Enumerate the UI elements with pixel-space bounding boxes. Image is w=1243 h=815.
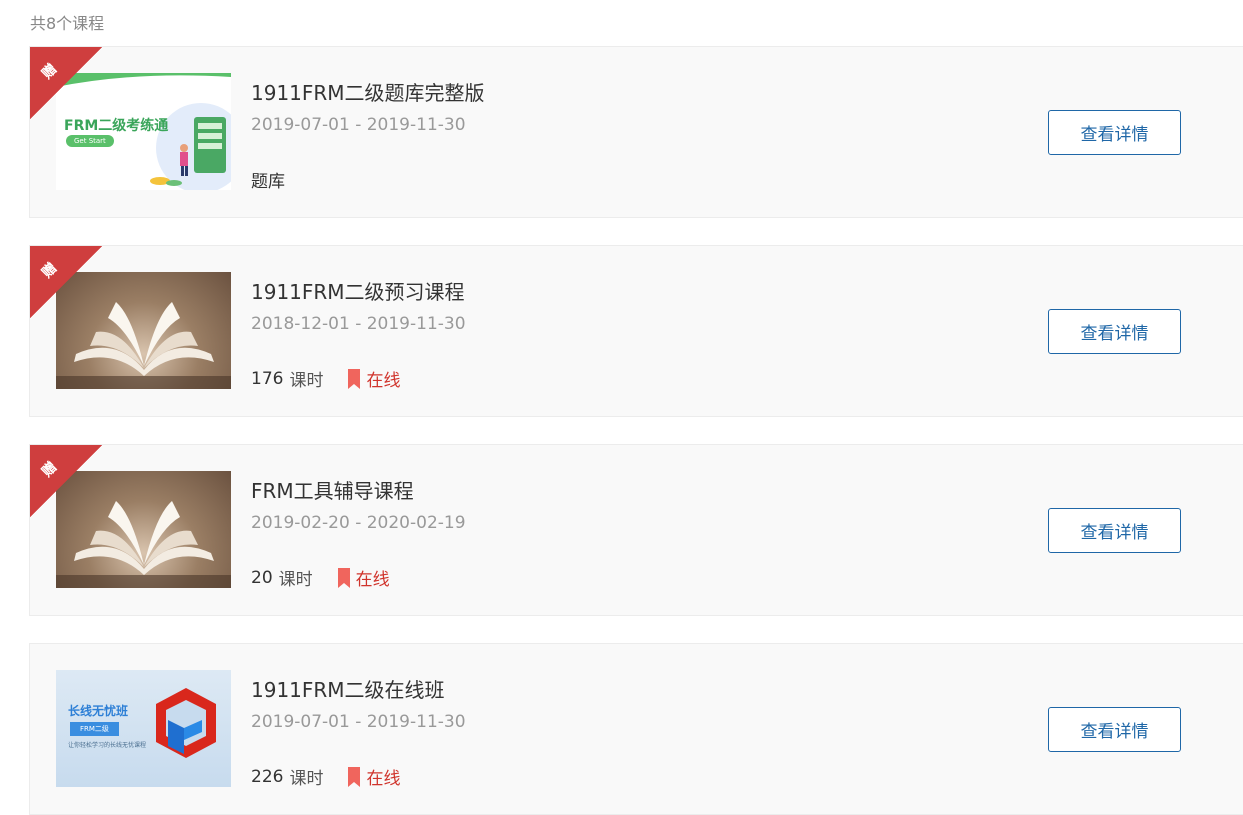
online-status: 在线: [347, 366, 400, 391]
lesson-count: 20: [251, 567, 273, 588]
online-status: 在线: [337, 565, 390, 590]
course-dates: 2019-02-20 - 2020-02-19: [251, 513, 466, 533]
thumbnail-badge: FRM二级: [70, 722, 119, 736]
thumbnail-heading: 长线无忧班: [68, 704, 129, 718]
online-status-label: 在线: [366, 371, 401, 391]
lesson-count: 226: [251, 766, 284, 787]
course-dates: 2019-07-01 - 2019-11-30: [251, 712, 466, 732]
lesson-unit: 课时: [289, 371, 324, 391]
course-title[interactable]: 1911FRM二级预习课程: [251, 276, 465, 305]
course-meta: 20 课时 在线: [251, 565, 390, 590]
course-meta: 226 课时 在线: [251, 764, 400, 789]
view-details-button[interactable]: 查看详情: [1048, 110, 1181, 155]
bookmark-icon: [348, 368, 361, 389]
gift-ribbon: 赠: [30, 47, 102, 119]
gift-ribbon: 赠: [30, 445, 102, 517]
course-dates: 2018-12-01 - 2019-11-30: [251, 314, 466, 334]
gift-ribbon-label: 赠: [39, 459, 61, 481]
course-title[interactable]: 1911FRM二级题库完整版: [251, 77, 485, 106]
course-meta: 题库: [251, 167, 285, 192]
gift-ribbon-label: 赠: [39, 260, 61, 282]
course-card: 长线无忧班 FRM二级 让你轻松学习的长线无忧课程 1911FRM二级在线班 2…: [29, 643, 1243, 815]
view-details-button[interactable]: 查看详情: [1048, 508, 1181, 553]
lesson-unit: 课时: [278, 570, 313, 590]
lesson-count: 176: [251, 368, 284, 389]
online-status-label: 在线: [355, 570, 390, 590]
gift-ribbon: 赠: [30, 246, 102, 318]
course-card: 赠 FRM工具辅导课程 2019-02-20 - 2020-02-19 20 课…: [29, 444, 1243, 616]
thumbnail-caption: 让你轻松学习的长线无忧课程: [68, 742, 147, 749]
course-meta: 176 课时 在线: [251, 366, 400, 391]
course-card: 赠 FRM二级考练通 Get Start 1911FRM二级题库完整版 2019…: [29, 46, 1243, 218]
view-details-button[interactable]: 查看详情: [1048, 707, 1181, 752]
online-status-label: 在线: [366, 769, 401, 789]
lesson-unit: 课时: [289, 769, 324, 789]
course-dates: 2019-07-01 - 2019-11-30: [251, 115, 466, 135]
bookmark-icon: [337, 567, 350, 588]
course-type: 题库: [251, 172, 285, 192]
course-card: 赠 1911FRM二级预习课程 2018-12-01 - 2019-11-30 …: [29, 245, 1243, 417]
course-title[interactable]: 1911FRM二级在线班: [251, 674, 445, 703]
course-title[interactable]: FRM工具辅导课程: [251, 475, 414, 504]
online-status: 在线: [347, 764, 400, 789]
course-count: 共8个课程: [30, 14, 105, 33]
view-details-button[interactable]: 查看详情: [1048, 309, 1181, 354]
thumbnail-get-start: Get Start: [66, 135, 114, 147]
gift-ribbon-label: 赠: [39, 61, 61, 83]
bookmark-icon: [348, 766, 361, 787]
course-thumbnail[interactable]: 长线无忧班 FRM二级 让你轻松学习的长线无忧课程: [56, 670, 231, 787]
